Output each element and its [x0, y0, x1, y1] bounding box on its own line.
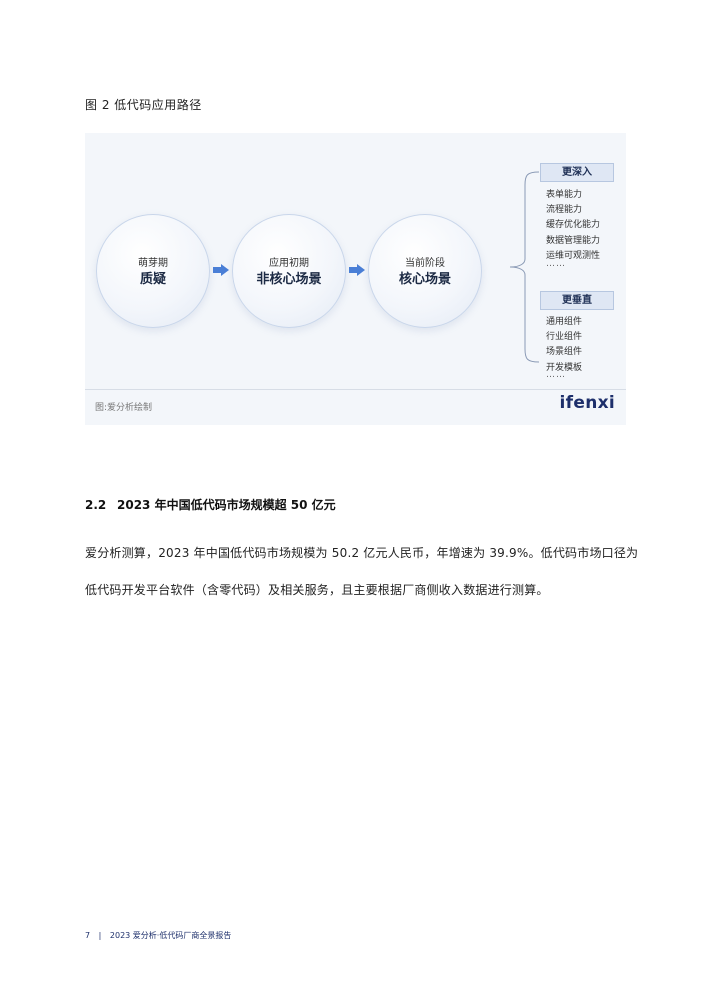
list-item: 流程能力 [546, 205, 583, 215]
group-tag-vertical: 更垂直 [540, 291, 614, 310]
page-number: 7 [85, 931, 91, 940]
arrow-right-icon [349, 264, 365, 276]
stage-main-label: 核心场景 [398, 272, 451, 287]
figure-divider [85, 389, 626, 390]
paragraph-line-1: 爱分析测算，2023 年中国低代码市场规模为 50.2 亿元人民币，年增速为 3… [85, 546, 639, 560]
group-tag-deeper: 更深入 [540, 163, 614, 182]
stage-main-label: 非核心场景 [256, 272, 322, 287]
list-item: 场景组件 [546, 347, 583, 357]
figure-source: 图:爱分析绘制 [95, 403, 153, 413]
stage-sub-label: 应用初期 [269, 258, 309, 269]
stage-main-label: 质疑 [139, 272, 166, 287]
section-title: 2023 年中国低代码市场规模超 50 亿元 [117, 498, 336, 512]
stage-circle-3: 当前阶段 核心场景 [368, 214, 482, 328]
list-item: 缓存优化能力 [546, 220, 601, 230]
list-item: 数据管理能力 [546, 236, 601, 246]
stage-sub-label: 当前阶段 [405, 258, 445, 269]
list-item: 行业组件 [546, 332, 583, 342]
stage-circle-1: 萌芽期 质疑 [96, 214, 210, 328]
section-heading: 2.2 2023 年中国低代码市场规模超 50 亿元 [85, 496, 336, 513]
paragraph-line-2: 低代码开发平台软件（含零代码）及相关服务，且主要根据厂商侧收入数据进行测算。 [85, 583, 549, 597]
list-ellipsis: …… [546, 370, 566, 380]
figure-caption: 图 2 低代码应用路径 [85, 98, 202, 112]
stage-circle-2: 应用初期 非核心场景 [232, 214, 346, 328]
report-title: 2023 爱分析·低代码厂商全景报告 [109, 931, 232, 940]
list-item: 表单能力 [546, 190, 583, 200]
list-ellipsis: …… [546, 259, 566, 269]
footer-separator: | [98, 931, 102, 940]
arrow-right-icon [213, 264, 229, 276]
brand-logo: ifenxi [559, 393, 615, 413]
list-item: 通用组件 [546, 317, 583, 327]
brace-icon [509, 171, 539, 363]
section-number: 2.2 [85, 498, 107, 512]
figure-low-code-path: 萌芽期 质疑 应用初期 非核心场景 当前阶段 核心场景 更深入 表单能力 流程能… [85, 133, 626, 425]
stage-sub-label: 萌芽期 [138, 258, 168, 269]
page-footer: 7 | 2023 爱分析·低代码厂商全景报告 [85, 930, 231, 941]
